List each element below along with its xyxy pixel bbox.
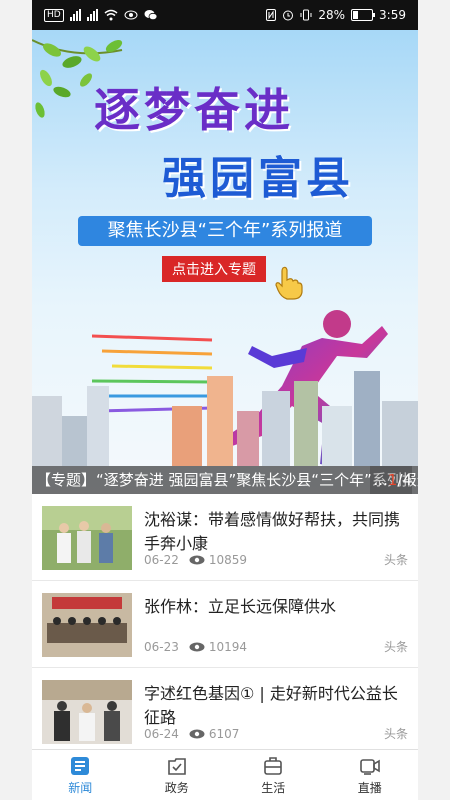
news-item[interactable]: 沈裕谋：带着感情做好帮扶，共同携手奔小康 06-22 10859 头条: [32, 494, 418, 581]
signal-4g-icon: [86, 9, 98, 21]
eye-icon: [124, 10, 138, 20]
news-list: 沈裕谋：带着感情做好帮扶，共同携手奔小康 06-22 10859 头条 张作林：…: [32, 494, 418, 755]
status-bar: HD 28% 3:59: [32, 0, 418, 30]
tab-live[interactable]: 直播: [322, 750, 419, 800]
news-title: 张作林：立足长远保障供水: [144, 597, 337, 616]
news-item[interactable]: 张作林：立足长远保障供水 06-23 10194 头条: [32, 581, 418, 668]
banner-subtitle: 聚焦长沙县“三个年”系列报道: [78, 216, 372, 246]
banner-title-line2: 强园富县: [162, 153, 354, 204]
vibrate-icon: [300, 9, 312, 21]
tab-life[interactable]: 生活: [225, 750, 322, 800]
tab-news-label: 新闻: [68, 780, 93, 795]
battery-percent: 28%: [318, 8, 346, 22]
enter-topic-button[interactable]: 点击进入专题: [162, 256, 266, 282]
views-icon: [189, 555, 205, 564]
news-date: 06-24: [144, 726, 179, 741]
bottom-tab-bar: 新闻 政务 生活 直播: [32, 749, 418, 800]
news-title: 沈裕谋：带着感情做好帮扶，共同携手奔小康: [144, 510, 401, 553]
signal-4g-icon: [69, 9, 81, 21]
news-date: 06-23: [144, 639, 179, 654]
banner-ellipsis: ...: [373, 471, 388, 489]
news-thumbnail: [42, 680, 132, 744]
news-views: 10859: [208, 552, 248, 567]
news-tag: 头条: [383, 640, 408, 654]
tab-government[interactable]: 政务: [129, 750, 226, 800]
news-meta: 06-22 10859 头条: [144, 551, 408, 568]
life-icon: [264, 756, 283, 775]
news-thumbnail: [42, 506, 132, 570]
city-skyline: [32, 371, 418, 466]
news-tag: 头条: [383, 727, 408, 741]
news-meta: 06-24 6107 头条: [144, 725, 408, 742]
news-thumbnail: [42, 593, 132, 657]
views-icon: [189, 729, 205, 738]
hd-icon: HD: [44, 8, 64, 22]
tab-news[interactable]: 新闻: [32, 750, 129, 800]
battery-icon: [351, 9, 376, 21]
news-icon: [71, 756, 90, 775]
tab-live-label: 直播: [357, 780, 382, 795]
tab-life-label: 生活: [261, 780, 286, 795]
banner-current-page: 1: [387, 471, 398, 489]
news-item[interactable]: 字述红色基因① | 走好新时代公益长征路 06-24 6107 头条: [32, 668, 418, 755]
alarm-icon: [283, 10, 294, 21]
views-icon: [189, 642, 205, 651]
wechat-icon: [144, 10, 158, 21]
news-views: 6107: [208, 726, 240, 741]
banner-caption-text: 【专题】“逐梦奋进 强园富县”聚焦长沙县“三个年”系列报道: [36, 471, 418, 489]
news-views: 10194: [208, 639, 248, 654]
pointing-hand-icon: [275, 266, 303, 300]
tab-government-label: 政务: [164, 780, 189, 795]
news-date: 06-22: [144, 552, 179, 567]
government-icon: [167, 757, 186, 775]
nfc-icon: [266, 9, 277, 21]
banner-title-line1: 逐梦奋进: [94, 83, 294, 137]
banner-caption[interactable]: 【专题】“逐梦奋进 强园富县”聚焦长沙县“三个年”系列报道 ...1/4: [32, 466, 418, 494]
news-tag: 头条: [383, 553, 408, 567]
live-icon: [359, 758, 380, 775]
app-screen: HD 28% 3:59 逐梦奋进 强园富县 聚焦长沙县“三个年”系列报道 点击进…: [32, 0, 418, 800]
banner-total-pages: /4: [397, 471, 412, 489]
news-title: 字述红色基因① | 走好新时代公益长征路: [144, 684, 398, 727]
wifi-icon: [104, 9, 118, 21]
news-meta: 06-23 10194 头条: [144, 638, 408, 655]
topic-banner[interactable]: 逐梦奋进 强园富县 聚焦长沙县“三个年”系列报道 点击进入专题 【专题】“逐梦奋…: [32, 30, 418, 494]
banner-page-indicator: ...1/4: [369, 466, 412, 494]
clock: 3:59: [379, 8, 406, 22]
